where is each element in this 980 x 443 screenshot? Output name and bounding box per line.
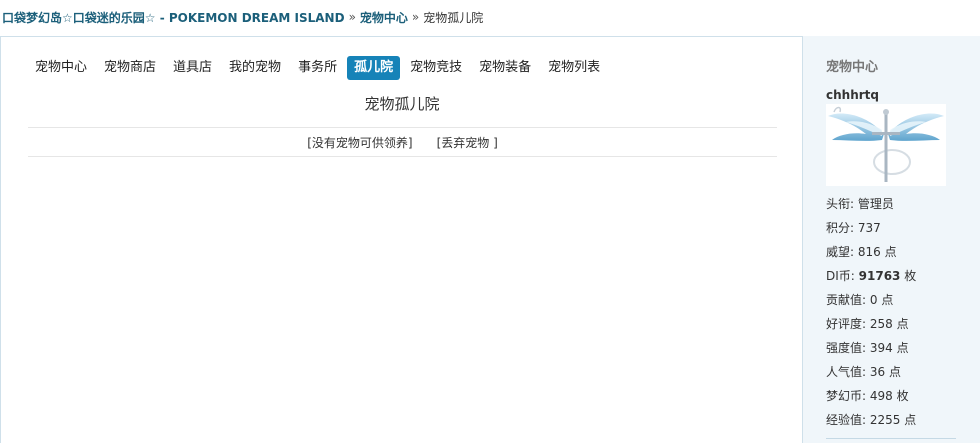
breadcrumb-separator: » [348, 10, 356, 24]
abandon-pet-link[interactable]: [丢弃宠物 ] [437, 134, 498, 151]
tab-pet-equipment[interactable]: 宠物装备 [472, 56, 538, 80]
avatar [826, 104, 946, 186]
breadcrumb-section-link[interactable]: 宠物中心 [360, 9, 408, 26]
page-title: 宠物孤儿院 [364, 95, 440, 113]
stat-contribution: 贡献值: 0 点 [826, 293, 894, 307]
stat-points: 积分: 737 [826, 221, 881, 235]
stat-dream-coins: 梦幻币: 498 枚 [826, 389, 909, 403]
stat-experience: 经验值: 2255 点 [826, 413, 917, 427]
tab-item-shop[interactable]: 道具店 [166, 56, 219, 80]
stat-popularity: 人气值: 36 点 [826, 365, 901, 379]
stat-di-coins: DI币: 91763 枚 [826, 269, 917, 283]
tab-my-pets[interactable]: 我的宠物 [222, 56, 288, 80]
breadcrumb: 口袋梦幻岛☆口袋迷的乐园☆ - POKEMON DREAM ISLAND » 宠… [0, 0, 980, 34]
action-row: [没有宠物可供领养] [丢弃宠物 ] [28, 127, 777, 157]
tab-orphanage[interactable]: 孤儿院 [347, 56, 401, 80]
sidebar: 宠物中心 chhhrtq 头衔: 管理员 积分: 737 威望: 816 点 D… [802, 36, 980, 443]
user-stats: 头衔: 管理员 积分: 737 威望: 816 点 DI币: 91763 枚 贡… [826, 192, 916, 432]
tab-pet-center[interactable]: 宠物中心 [28, 56, 94, 80]
tab-office[interactable]: 事务所 [291, 56, 344, 80]
stat-title: 头衔: 管理员 [826, 197, 894, 211]
username[interactable]: chhhrtq [826, 88, 879, 102]
stat-rating: 好评度: 258 点 [826, 317, 909, 331]
winged-cross-icon [828, 106, 944, 182]
breadcrumb-current: 宠物孤儿院 [423, 10, 484, 25]
sidebar-divider [826, 438, 956, 439]
tab-pet-arena[interactable]: 宠物竞技 [403, 56, 469, 80]
main-panel: 宠物中心 宠物商店 道具店 我的宠物 事务所 孤儿院 宠物竞技 宠物装备 宠物列… [0, 36, 802, 443]
breadcrumb-site-link[interactable]: 口袋梦幻岛☆口袋迷的乐园☆ - POKEMON DREAM ISLAND [2, 9, 345, 26]
stat-prestige: 威望: 816 点 [826, 245, 897, 259]
tab-pet-list[interactable]: 宠物列表 [541, 56, 607, 80]
tab-pet-shop[interactable]: 宠物商店 [97, 56, 163, 80]
breadcrumb-separator: » [411, 10, 420, 24]
pet-nav-tabs: 宠物中心 宠物商店 道具店 我的宠物 事务所 孤儿院 宠物竞技 宠物装备 宠物列… [28, 55, 610, 81]
no-pet-available-link[interactable]: [没有宠物可供领养] [307, 134, 412, 151]
stat-strength: 强度值: 394 点 [826, 341, 909, 355]
sidebar-heading: 宠物中心 [826, 60, 879, 75]
